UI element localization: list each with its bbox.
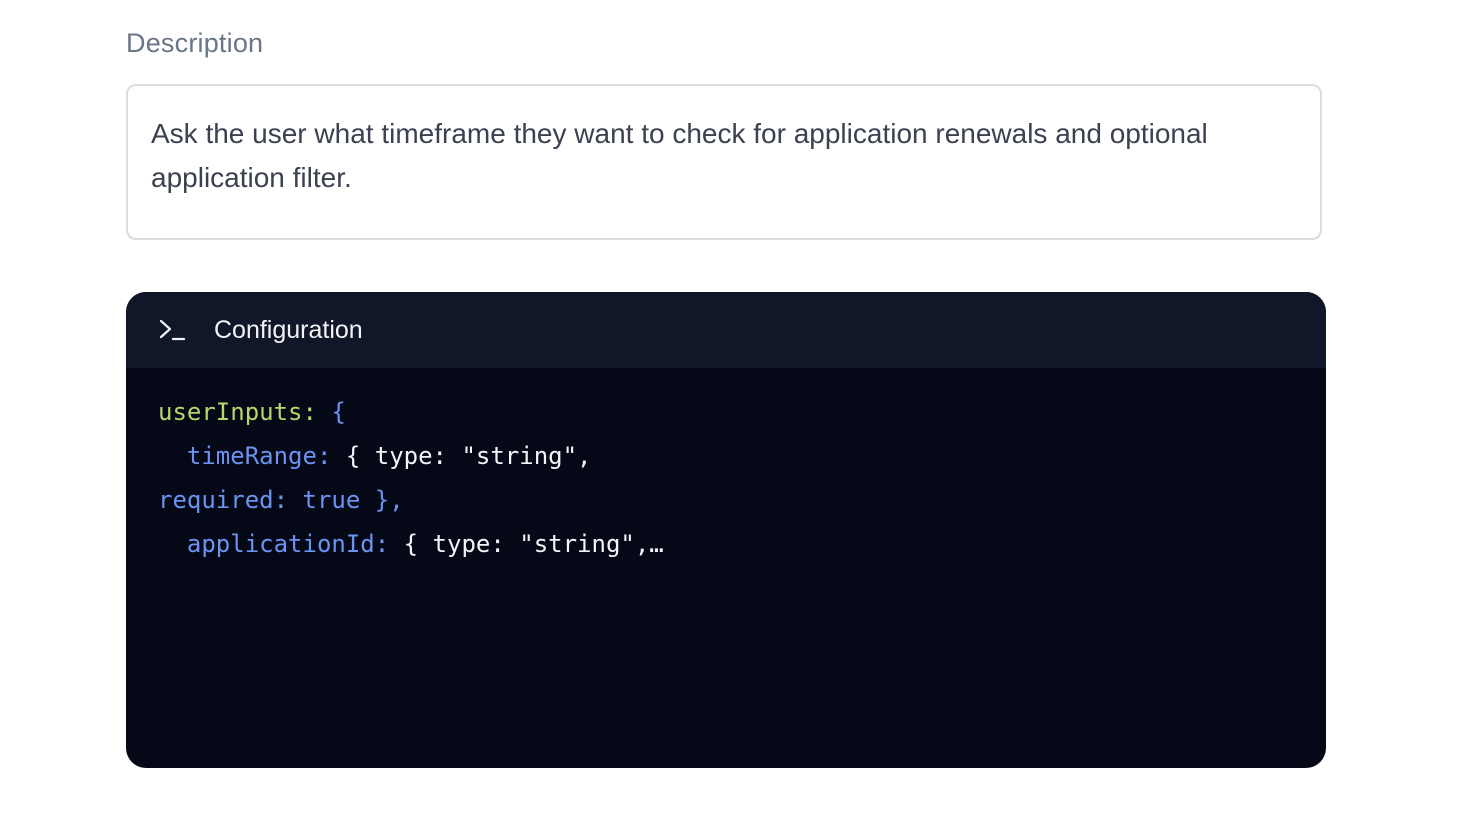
- configuration-code[interactable]: userInputs: { timeRange: { type: "string…: [126, 368, 1326, 566]
- code-token: { type: "string",…: [389, 530, 664, 558]
- page: Description Ask the user what timeframe …: [0, 0, 1476, 818]
- code-line: userInputs: {: [158, 390, 1326, 434]
- code-line: required: true },: [158, 478, 1326, 522]
- code-token: {: [316, 398, 346, 426]
- terminal-icon: [158, 317, 188, 343]
- configuration-panel: Configuration userInputs: { timeRange: {…: [126, 292, 1326, 768]
- code-token: required: true },: [158, 486, 404, 514]
- configuration-header: Configuration: [126, 292, 1326, 368]
- code-token: timeRange:: [186, 442, 332, 470]
- code-token: { type: "string",: [331, 442, 592, 470]
- code-line: applicationId: { type: "string",…: [158, 522, 1326, 566]
- description-label: Description: [126, 28, 264, 58]
- description-textarea[interactable]: Ask the user what timeframe they want to…: [126, 84, 1322, 240]
- configuration-title: Configuration: [214, 315, 363, 344]
- code-token: applicationId:: [186, 530, 390, 558]
- code-token: userInputs:: [158, 398, 317, 426]
- code-line: timeRange: { type: "string",: [158, 434, 1326, 478]
